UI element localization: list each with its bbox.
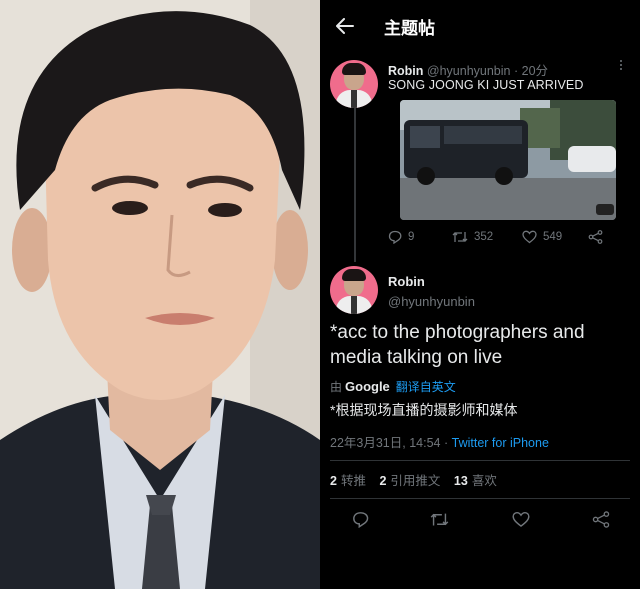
reply-icon [388, 230, 402, 244]
google-logo: Google [345, 379, 390, 394]
reply-count: 9 [408, 231, 415, 243]
translation-bar: 由 Google 翻译自英文 [330, 378, 456, 395]
page-title: 主题帖 [384, 18, 435, 38]
translate-link[interactable]: 翻译自英文 [396, 378, 456, 395]
like-icon [512, 511, 530, 528]
tweet-date[interactable]: 22年3月31日, 14:54 [330, 436, 441, 450]
avatar[interactable] [330, 266, 378, 314]
author-name[interactable]: Robin [388, 274, 425, 289]
retweet-button[interactable] [430, 511, 449, 533]
meta-separator: · [443, 436, 449, 450]
like-icon [522, 230, 537, 244]
retweets-stat[interactable]: 2 转推 [330, 474, 366, 488]
tweet-text: *acc to the photographers and media talk… [330, 322, 585, 368]
likes-stat[interactable]: 13 喜欢 [454, 474, 497, 488]
portrait-illustration [0, 0, 320, 589]
tweet-media-video[interactable] [400, 100, 616, 220]
tweet-actions: 9 352 549 [388, 230, 618, 248]
focused-tweet-actions [320, 508, 640, 532]
tweet-meta: 22年3月31日, 14:54 · Twitter for iPhone [330, 432, 549, 451]
like-count: 549 [543, 231, 563, 243]
quotes-stat[interactable]: 2 引用推文 [379, 474, 440, 488]
tweet-text: SONG JOONG KI JUST ARRIVED [388, 78, 584, 92]
reply-icon [353, 512, 369, 529]
retweet-icon [452, 232, 468, 242]
share-icon [592, 511, 610, 528]
translated-text: *根据现场直播的摄影师和媒体 [330, 402, 518, 418]
back-arrow-icon [336, 18, 354, 34]
tweet-source[interactable]: Twitter for iPhone [452, 436, 549, 450]
tweet-time: 20分 [521, 64, 549, 78]
parent-tweet[interactable]: Robin @hyunhyunbin · 20分 SONG JOONG KI J… [320, 56, 640, 256]
top-bar: 主题帖 [320, 0, 640, 52]
author-handle: @hyunhyunbin [426, 64, 511, 78]
share-button[interactable] [588, 230, 609, 244]
author-handle: @hyunhyunbin [388, 294, 475, 309]
reply-button[interactable]: 9 [388, 230, 414, 244]
like-button[interactable]: 549 [522, 230, 562, 244]
translate-by: 由 [330, 380, 343, 394]
tweet-stats: 2 转推 2 引用推文 13 喜欢 [330, 470, 507, 489]
van-thumbnail [400, 100, 616, 220]
reply-button[interactable] [352, 511, 369, 533]
share-icon [588, 230, 603, 244]
more-icon[interactable] [618, 60, 624, 74]
retweet-icon [430, 513, 449, 526]
retweet-button[interactable]: 352 [452, 230, 493, 244]
divider [330, 498, 630, 499]
portrait-photo [0, 0, 320, 589]
retweet-count: 352 [474, 231, 494, 243]
twitter-thread-panel: 主题帖 Robin @hyunhyunbin · 20分 SONG JOONG … [320, 0, 640, 589]
share-button[interactable] [592, 511, 610, 533]
divider [330, 460, 630, 461]
author-name[interactable]: Robin [388, 64, 423, 78]
back-button[interactable] [334, 15, 356, 37]
like-button[interactable] [512, 511, 530, 533]
tweet-header: Robin @hyunhyunbin · 20分 [388, 64, 549, 78]
